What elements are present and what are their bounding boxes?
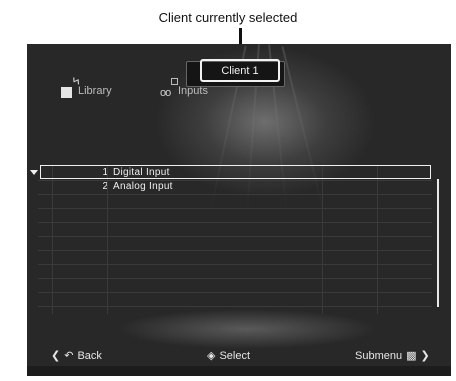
list-row[interactable]: 2 Analog Input [38,180,432,195]
callout-caption: Client currently selected [158,10,298,25]
library-icon [61,87,72,98]
grid-divider [377,166,378,314]
selection-highlight [40,165,431,179]
client-selector[interactable]: Client 1 [200,59,280,82]
select-label: Select [219,350,251,362]
list-row[interactable] [38,250,432,265]
submenu-icon: ▩ [406,350,417,362]
list-row[interactable] [38,194,432,209]
list-row[interactable] [38,222,432,237]
submenu-label: Submenu [355,350,403,362]
inputs-jack-icon [171,78,178,85]
inputs-icon: oo [160,87,171,99]
grid-divider [107,166,108,314]
bottom-glow [117,309,377,349]
list-row[interactable] [38,208,432,223]
list-item-label: Analog Input [113,181,173,192]
grid-divider [322,166,323,314]
input-list: 1 Digital Input 2 Analog Input [38,166,432,314]
tab-inputs[interactable]: Inputs [178,85,208,97]
list-row[interactable] [38,292,432,307]
media-screen: Client 1 ϟ Library oo Inputs 1 Digital I… [27,44,451,376]
grid-divider [52,166,53,314]
back-button[interactable]: ❮ ↶ Back [51,349,102,362]
chevron-right-icon: ❯ [420,350,430,362]
list-row[interactable] [38,278,432,293]
bottom-band [27,366,451,376]
select-button[interactable]: ◈ Select [207,349,250,362]
chevron-left-icon: ❮ [51,350,61,362]
list-row[interactable] [38,264,432,279]
submenu-button[interactable]: Submenu ▩ ❯ [355,349,434,362]
return-icon: ↶ [64,350,74,362]
tab-library[interactable]: Library [78,85,112,97]
selection-arrow-icon [30,170,38,175]
list-row[interactable] [38,236,432,251]
list-item-number: 2 [102,181,108,192]
diamond-select-icon: ◈ [207,350,216,362]
list-scrollbar[interactable] [437,179,439,307]
back-label: Back [77,350,102,362]
